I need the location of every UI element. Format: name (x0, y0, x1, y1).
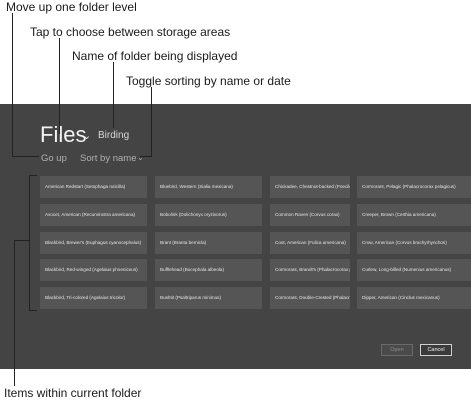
folder-item[interactable]: Cormorant, Double-Crested (Phalacrocorax… (270, 287, 350, 309)
items-bracket-left (29, 175, 30, 311)
callout-line-move-up-tick (12, 156, 39, 157)
folder-item[interactable]: Dipper, American (Cinclus mexicanus) (357, 287, 471, 309)
callout-line-sorting (151, 87, 152, 156)
folder-item[interactable]: Common Raven (Corvus corax) (270, 204, 350, 226)
folder-item[interactable]: Creeper, Brown (Certhia americana) (357, 204, 471, 226)
folder-item[interactable]: Blackbird, Brewer's (Euphagus cyanocepha… (40, 232, 147, 254)
sort-chevron-down-icon[interactable]: ⌄ (137, 153, 144, 162)
folder-item[interactable]: Bushtit (Psaltriparus minimus) (155, 287, 262, 309)
items-bracket-top (29, 175, 37, 176)
callout-line-items-horizontal (14, 240, 30, 241)
folder-item[interactable]: Coot, American (Fulica americana) (270, 232, 350, 254)
folder-item[interactable]: Blackbird, Tri-colored (Agelaius tricolo… (40, 287, 147, 309)
callout-line-storage (59, 38, 60, 134)
chevron-down-icon[interactable]: ⌄ (82, 129, 91, 142)
folder-item[interactable]: Blackbird, Red-winged (Agelaius phoenice… (40, 259, 147, 281)
callout-move-up: Move up one folder level (6, 0, 137, 14)
callout-sorting: Toggle sorting by name or date (126, 74, 291, 88)
folder-item[interactable]: Bluebird, Western (Sialia mexicana) (155, 176, 262, 198)
open-button[interactable]: Open (381, 344, 413, 356)
folder-item[interactable]: Bobolink (Dolichonyx oryzivorus) (155, 204, 262, 226)
folder-item[interactable]: Avocet, American (Recurvirostra american… (40, 204, 147, 226)
folder-item[interactable]: Brant (Branta bernicla) (155, 232, 262, 254)
callout-storage-areas: Tap to choose between storage areas (30, 25, 231, 39)
folder-item[interactable]: Curlew, Long-billed (Numenius americanus… (357, 259, 471, 281)
items-bracket-bottom (29, 310, 37, 311)
folder-item[interactable]: American Redstart (Setophaga ruticilla) (40, 176, 147, 198)
files-title[interactable]: Files (40, 122, 86, 148)
folder-item[interactable]: Chickadee, Chestnut-backed (Poecile rufe… (270, 176, 350, 198)
callout-folder-name: Name of folder being displayed (72, 49, 238, 63)
callout-items: Items within current folder (4, 386, 142, 400)
folder-item[interactable]: Cormorant, Pelagic (Phalacrocorax pelagi… (357, 176, 471, 198)
folder-item[interactable]: Cormorant, Brandt's (Phalacrocorax penic… (270, 259, 350, 281)
folder-name-label: Birding (98, 130, 130, 141)
callout-line-items-vertical (14, 240, 15, 386)
cancel-button[interactable]: Cancel (420, 344, 452, 356)
go-up-button[interactable]: Go up (41, 153, 67, 164)
callout-line-folder-name (113, 62, 114, 128)
sort-toggle-button[interactable]: Sort by name (80, 153, 137, 164)
callout-line-sorting-tick (140, 156, 152, 157)
folder-item[interactable]: Bufflehead (Bucephala albeola) (155, 259, 262, 281)
folder-item[interactable]: Crow, American (Corvus brachyrhynchos) (357, 232, 471, 254)
callout-line-move-up (12, 13, 13, 156)
